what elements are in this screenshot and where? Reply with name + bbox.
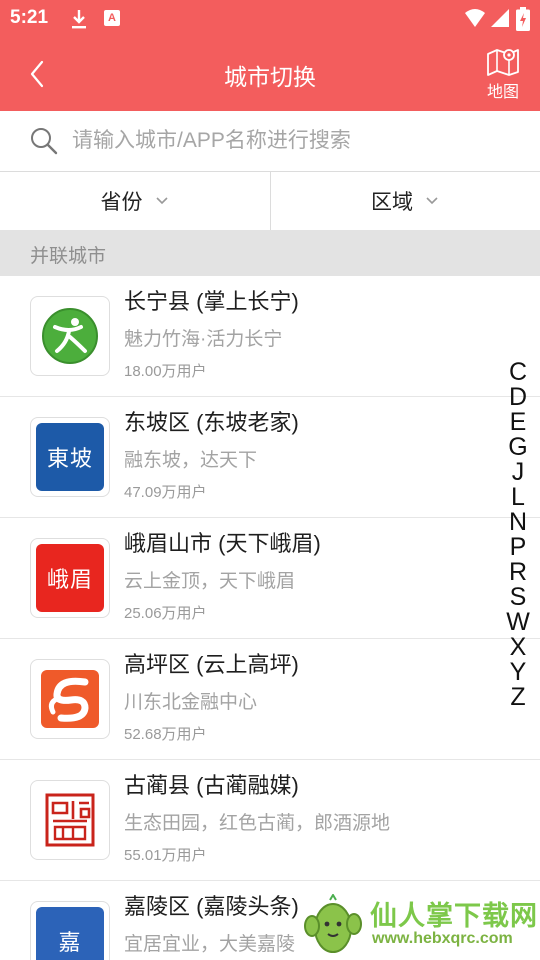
map-button[interactable]: 地图 [480, 46, 526, 104]
signal-icon [491, 9, 509, 27]
emei-logo-icon: 峨眉 [30, 538, 110, 618]
city-item-gulin[interactable]: 古蔺县 (古蔺融媒) 生态田园，红色古蔺，郎酒源地 55.01万用户 [0, 760, 540, 881]
city-item-gaoping[interactable]: 高坪区 (云上高坪) 川东北金融中心 52.68万用户 [0, 639, 540, 760]
province-filter-label: 省份 [100, 191, 143, 214]
index-letter[interactable]: Z [504, 685, 532, 710]
city-users: 47.09万用户 [124, 484, 207, 501]
region-filter[interactable]: 区域 [270, 172, 539, 230]
map-icon [487, 49, 519, 76]
province-filter[interactable]: 省份 [0, 172, 269, 230]
watermark-url: www.hebxqrc.com [372, 930, 513, 947]
city-slogan: 宜居宜业，大美嘉陵 [124, 934, 296, 955]
city-name: 高坪区 (云上高坪) [124, 652, 299, 677]
index-letter[interactable]: G [504, 435, 532, 460]
watermark: 仙人掌下载网 www.hebxqrc.com [300, 884, 540, 960]
wifi-icon [465, 9, 485, 27]
jialing-logo-icon: 嘉 [30, 901, 110, 960]
city-item-dongpo[interactable]: 東坡 东坡区 (东坡老家) 融东坡，达天下 47.09万用户 [0, 397, 540, 518]
download-icon [72, 10, 86, 29]
chevron-down-icon [155, 197, 168, 205]
changning-logo-icon [30, 296, 110, 376]
index-letter[interactable]: N [504, 510, 532, 535]
index-letter[interactable]: Y [504, 660, 532, 685]
gaoping-logo-icon [30, 659, 110, 739]
battery-icon [516, 7, 530, 31]
city-item-changning[interactable]: 长宁县 (掌上长宁) 魅力竹海·活力长宁 18.00万用户 [0, 276, 540, 397]
city-name: 嘉陵区 (嘉陵头条) [124, 894, 299, 919]
status-bar: 5:21 A [0, 0, 540, 38]
city-users: 18.00万用户 [124, 363, 207, 380]
index-letter[interactable]: X [504, 635, 532, 660]
filter-bar: 省份 区域 [0, 172, 540, 230]
index-letter[interactable]: R [504, 560, 532, 585]
emei-logo-text: 峨眉 [46, 568, 93, 593]
city-users: 55.01万用户 [124, 847, 207, 864]
index-letter[interactable]: P [504, 535, 532, 560]
gulin-logo-icon [30, 780, 110, 860]
alphabet-index[interactable]: C D E G J L N P R S W X Y Z [504, 360, 532, 710]
index-letter[interactable]: S [504, 585, 532, 610]
region-filter-label: 区域 [371, 191, 413, 214]
city-item-emei[interactable]: 峨眉 峨眉山市 (天下峨眉) 云上金顶，天下峨眉 25.06万用户 [0, 518, 540, 639]
status-time: 5:21 [10, 7, 49, 28]
city-users: 52.68万用户 [124, 726, 207, 743]
index-letter[interactable]: J [504, 460, 532, 485]
search-bar [0, 111, 540, 172]
city-name: 长宁县 (掌上长宁) [124, 289, 299, 314]
city-users: 25.06万用户 [124, 605, 207, 622]
cactus-logo-icon [304, 894, 362, 953]
dongpo-logo-icon: 東坡 [30, 417, 110, 497]
city-name: 东坡区 (东坡老家) [124, 410, 299, 435]
watermark-title: 仙人掌下载网 [370, 901, 538, 931]
city-slogan: 融东坡，达天下 [124, 450, 258, 471]
city-slogan: 川东北金融中心 [124, 692, 258, 713]
page-title: 城市切换 [224, 64, 316, 90]
dongpo-logo-text: 東坡 [46, 447, 93, 472]
section-header: 并联城市 [0, 230, 540, 276]
index-letter[interactable]: L [504, 485, 532, 510]
index-letter[interactable]: D [504, 385, 532, 410]
city-name: 峨眉山市 (天下峨眉) [124, 531, 321, 556]
jialing-logo-text: 嘉 [58, 931, 82, 956]
city-slogan: 云上金顶，天下峨眉 [124, 571, 296, 592]
chevron-down-icon [426, 197, 438, 205]
map-label: 地图 [486, 84, 519, 101]
section-header-label: 并联城市 [30, 246, 107, 267]
city-list: 长宁县 (掌上长宁) 魅力竹海·活力长宁 18.00万用户 東坡 东坡区 (东坡… [0, 276, 540, 960]
app-bar: 城市切换 地图 [0, 38, 540, 111]
index-letter[interactable]: C [504, 360, 532, 385]
city-name: 古蔺县 (古蔺融媒) [124, 773, 299, 798]
search-input[interactable] [72, 123, 512, 159]
search-icon [31, 128, 58, 155]
city-slogan: 生态田园，红色古蔺，郎酒源地 [124, 813, 391, 834]
app-notification-icon: A [104, 10, 120, 26]
city-slogan: 魅力竹海·活力长宁 [124, 329, 283, 350]
index-letter[interactable]: E [504, 410, 532, 435]
index-letter[interactable]: W [504, 610, 532, 635]
